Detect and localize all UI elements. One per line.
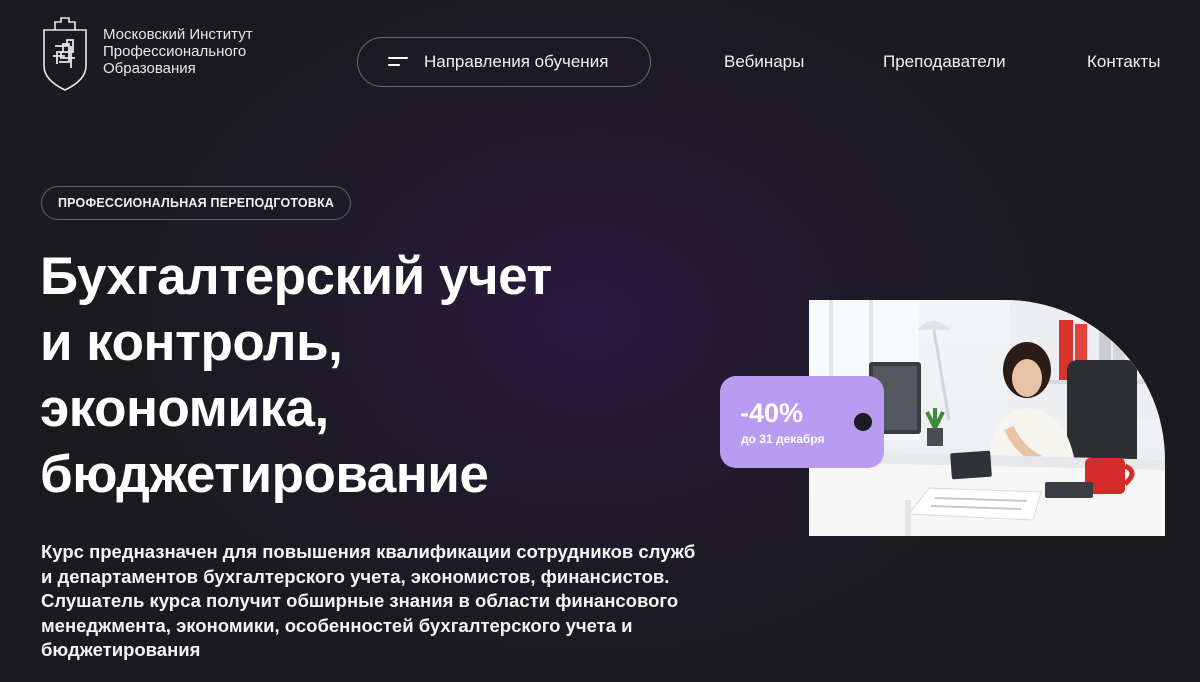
logo-line-3: Образования bbox=[103, 60, 196, 77]
discount-deadline: до 31 декабря bbox=[741, 432, 825, 446]
title-line-4: бюджетирование bbox=[40, 445, 489, 504]
page-title: Бухгалтерский учет и контроль, экономика… bbox=[40, 244, 720, 508]
title-line-3: экономика, bbox=[40, 379, 329, 438]
burger-menu-icon bbox=[388, 56, 408, 68]
shield-logo-icon bbox=[43, 17, 87, 91]
directions-menu-label: Направления обучения bbox=[424, 52, 609, 71]
logo-line-1: Московский Институт bbox=[103, 26, 253, 43]
discount-tag: -40% до 31 декабря bbox=[720, 376, 884, 468]
logo-line-2: Профессионального bbox=[103, 43, 247, 60]
nav-link-contacts[interactable]: Контакты bbox=[1087, 52, 1160, 72]
logo[interactable]: Московский Институт Профессионального Об… bbox=[40, 16, 303, 92]
course-description: Курс предназначен для повышения квалифик… bbox=[41, 541, 696, 660]
title-line-2: и контроль, bbox=[40, 313, 343, 372]
title-line-1: Бухгалтерский учет bbox=[40, 247, 552, 306]
nav-link-teachers[interactable]: Преподаватели bbox=[883, 52, 1006, 72]
nav-link-webinars[interactable]: Вебинары bbox=[724, 52, 804, 72]
program-type-badge: ПРОФЕССИОНАЛЬНАЯ ПЕРЕПОДГОТОВКА bbox=[41, 186, 352, 220]
directions-menu-button[interactable]: Направления обучения bbox=[357, 37, 651, 87]
logo-text: Московский Институт Профессионального Об… bbox=[103, 26, 303, 77]
tag-hole-icon bbox=[854, 413, 872, 431]
